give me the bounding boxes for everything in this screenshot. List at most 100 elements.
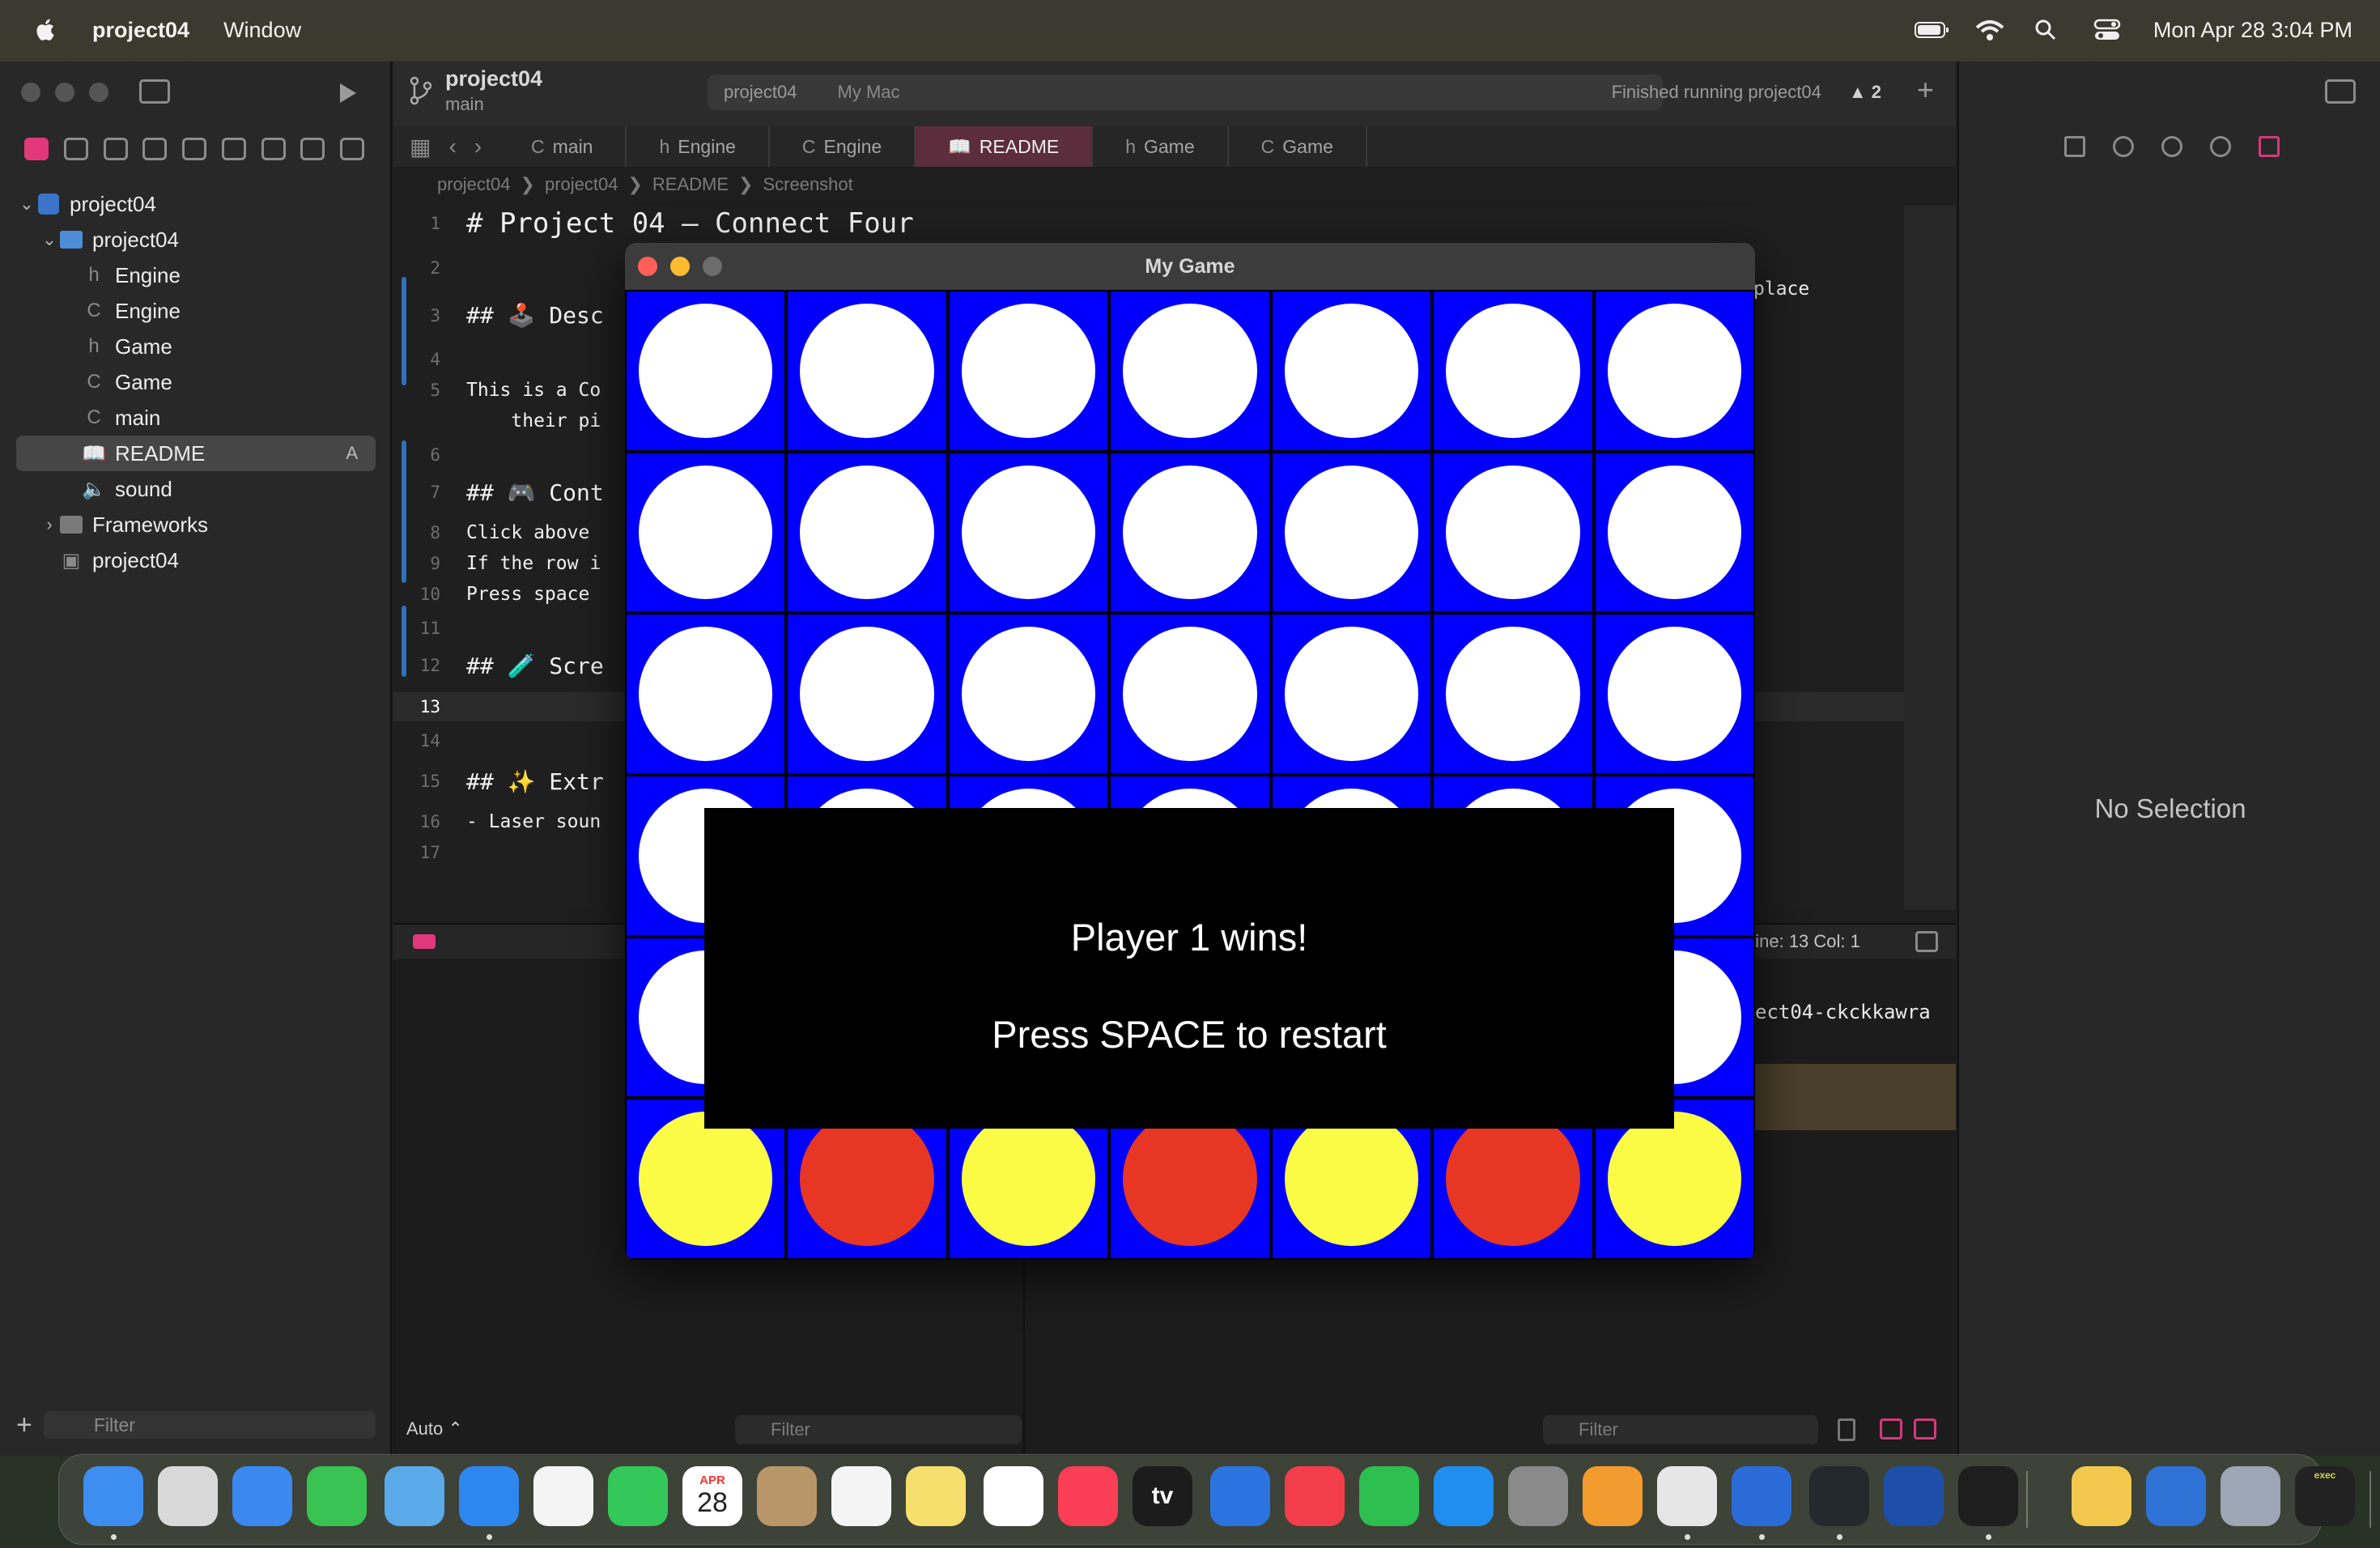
grid-icon[interactable]: ▦ [410,134,431,160]
variables-filter-input[interactable]: Filter [735,1415,1022,1444]
dock-preview-utility-icon[interactable] [2221,1466,2280,1526]
test-navigator-icon[interactable] [221,138,246,160]
file-tree-item[interactable]: › Frameworks [16,507,376,542]
dock-terminal-icon[interactable] [1958,1466,2018,1526]
board-cell[interactable] [627,615,785,773]
board-cell[interactable] [1434,453,1592,612]
board-cell[interactable] [1595,291,1753,450]
dock-console-icon[interactable]: exec [2295,1466,2355,1526]
dock-xcode-icon[interactable] [1732,1466,1791,1526]
jumpbar-symbol[interactable]: Screenshot [763,174,852,195]
board-cell[interactable] [627,291,785,450]
quick-help-icon[interactable] [2161,136,2182,157]
wifi-icon[interactable] [1974,18,2006,42]
board-cell[interactable] [1434,615,1592,773]
jumpbar-file[interactable]: README [652,174,729,195]
dock-github-desktop-icon[interactable] [1809,1466,1869,1526]
game-titlebar[interactable]: My Game [625,243,1755,290]
file-tree-item[interactable]: ▣ project04 [16,542,376,578]
debug-navigator-icon[interactable] [261,138,286,160]
file-tree-item[interactable]: ⌄ project04 [16,222,376,257]
menu-app-name[interactable]: project04 [92,18,189,43]
scheme-target[interactable]: project04 [724,82,797,103]
game-close-button[interactable] [638,257,657,276]
editor-tab[interactable]: 📖 README [916,126,1094,167]
file-tree-item[interactable]: ⌄ project04 [16,186,376,222]
dock-facetime-icon[interactable] [608,1466,668,1526]
board-cell[interactable] [949,453,1108,612]
close-button[interactable] [21,83,40,102]
jumpbar-group[interactable]: project04 [545,174,618,195]
run-destination[interactable]: My Mac [838,82,900,103]
dock-contacts-icon[interactable] [757,1466,817,1526]
file-tree-item[interactable]: h Engine [16,257,376,293]
board-cell[interactable] [1272,453,1431,612]
jumpbar-project[interactable]: project04 [437,174,511,195]
editor-tab[interactable]: h Game [1093,126,1229,167]
battery-icon[interactable] [1914,18,1949,42]
editor-tab[interactable]: h Engine [627,126,770,167]
dock-news-icon[interactable] [1285,1466,1345,1526]
attributes-inspector-icon[interactable] [2259,136,2280,157]
disclosure-collapsed-icon[interactable]: › [39,514,60,535]
console-filter-input[interactable]: Filter [1543,1415,1818,1444]
dock-preview-icon[interactable] [2072,1466,2131,1526]
editor-tab[interactable]: Cmain [499,126,627,167]
board-cell[interactable] [1595,453,1753,612]
menu-clock[interactable]: Mon Apr 28 3:04 PM [2153,18,2352,43]
code-line[interactable]: 1 # Project 04 — Connect Four [393,207,1904,240]
variables-scope-selector[interactable]: Auto ⌃ [406,1418,463,1440]
dock-tv-icon[interactable]: tv [1133,1466,1192,1526]
minimize-button[interactable] [55,83,74,102]
board-cell[interactable] [1595,615,1753,773]
dock-photos-icon[interactable] [533,1466,593,1526]
board-cell[interactable] [1111,615,1269,773]
source-control-navigator-icon[interactable] [63,138,88,160]
inspector-toggle-icon[interactable] [2325,79,2356,104]
back-icon[interactable]: ‹ [448,134,456,160]
board-cell[interactable] [627,453,785,612]
dock-calendar-icon[interactable]: APR 28 [682,1466,742,1526]
file-tree-item[interactable]: 🔈 sound [16,471,376,507]
dock-pages-icon[interactable] [1583,1466,1643,1526]
dock-safari-icon[interactable] [459,1466,519,1526]
board-cell[interactable] [788,453,946,612]
board-cell[interactable] [1111,453,1269,612]
spotlight-search-icon[interactable] [2034,18,2066,42]
dock-music-icon[interactable] [1058,1466,1118,1526]
console-view-toggle-icon[interactable] [1914,1418,1936,1440]
dock-maps-icon[interactable] [385,1466,444,1526]
dock-keynote-icon[interactable] [1210,1466,1270,1526]
file-tree-item[interactable]: Cmain [16,400,376,436]
trash-icon[interactable] [1838,1418,1855,1441]
control-center-icon[interactable] [2093,18,2126,42]
board-cell[interactable] [1434,291,1592,450]
sidebar-toggle-icon[interactable] [139,79,170,104]
zoom-button[interactable] [89,83,108,102]
game-zoom-button[interactable] [703,257,722,276]
editor-tab[interactable]: C Game [1229,126,1367,167]
history-inspector-icon[interactable] [2113,136,2134,157]
bookmark-navigator-icon[interactable] [103,138,128,160]
dock-freeform-icon[interactable] [984,1466,1043,1526]
dock-quicktime-icon[interactable] [2146,1466,2206,1526]
add-file-button[interactable]: + [16,1410,32,1441]
debug-area-toggle-icon[interactable] [413,934,436,949]
issue-navigator-icon[interactable] [182,138,206,160]
board-cell[interactable] [949,291,1108,450]
forward-icon[interactable]: › [474,134,482,160]
apple-menu-icon[interactable] [32,16,60,44]
dock-messages-icon[interactable] [307,1466,367,1526]
disclosure-expanded-icon[interactable]: ⌄ [16,194,37,215]
dock-system-settings-icon[interactable] [1508,1466,1568,1526]
warning-count[interactable]: ▲ 2 [1849,82,1881,103]
file-inspector-icon[interactable] [2064,136,2085,157]
panel-layout-icon[interactable] [1915,931,1938,952]
project-navigator-icon[interactable] [24,138,49,160]
dock-finder-icon[interactable] [83,1466,143,1526]
dock-launchpad-icon[interactable] [158,1466,218,1526]
dock-app-store-icon[interactable] [1434,1466,1494,1526]
file-tree-item[interactable]: C Game [16,364,376,400]
navigator-filter-input[interactable]: Filter [43,1411,376,1439]
accessibility-inspector-icon[interactable] [2210,136,2231,157]
